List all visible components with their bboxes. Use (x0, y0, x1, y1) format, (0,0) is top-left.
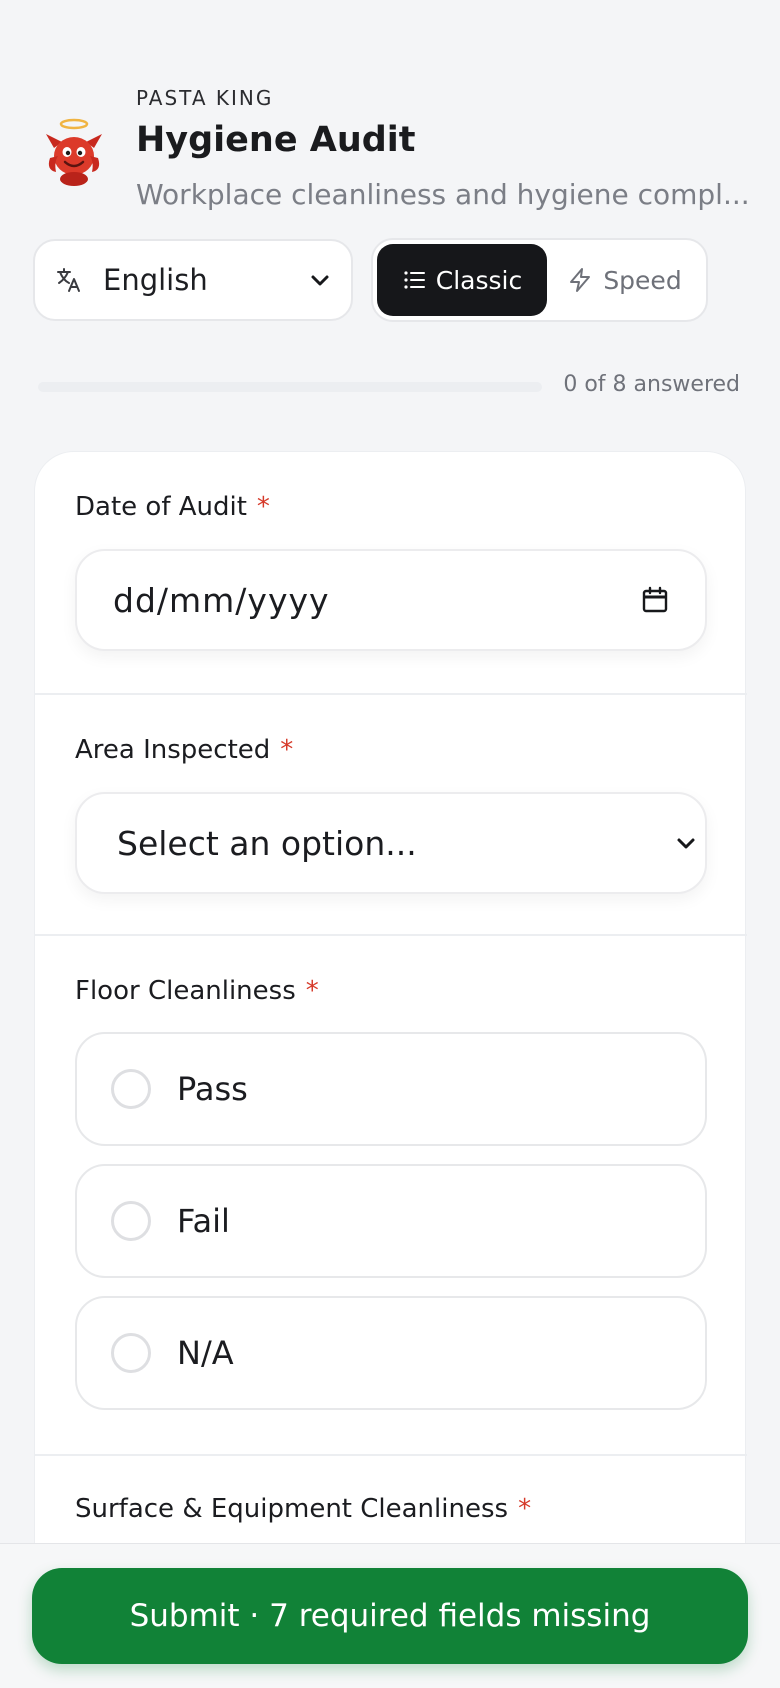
question-text: Date of Audit (75, 492, 247, 522)
progress-bar (38, 382, 542, 392)
date-input[interactable]: dd/mm/yyyy (75, 549, 707, 651)
required-asterisk: * (280, 735, 294, 765)
calendar-icon[interactable] (641, 586, 669, 614)
translate-icon (57, 268, 80, 292)
option-fail[interactable]: Fail (75, 1164, 707, 1278)
mode-classic-label: Classic (435, 265, 523, 295)
page: PASTA KING Hygiene Audit Workplace clean… (0, 0, 780, 1688)
language-select[interactable]: English (33, 239, 353, 321)
chevron-down-icon (677, 838, 695, 849)
question-label-floor: Floor Cleanliness * (75, 976, 319, 1006)
page-subtitle: Workplace cleanliness and hygiene compl.… (136, 178, 750, 211)
area-placeholder: Select an option... (117, 823, 417, 863)
required-asterisk: * (518, 1494, 532, 1524)
date-placeholder: dd/mm/yyyy (113, 580, 330, 620)
language-value: English (103, 263, 208, 297)
question-label-date: Date of Audit * (75, 492, 270, 522)
page-title: Hygiene Audit (136, 120, 416, 160)
option-label: Pass (177, 1070, 248, 1108)
chevron-down-icon (311, 275, 329, 286)
progress-text: 0 of 8 answered (563, 372, 740, 397)
question-section-area: Area Inspected * Select an option... (35, 693, 747, 934)
question-text: Surface & Equipment Cleanliness (75, 1494, 509, 1524)
lightning-icon (570, 268, 591, 292)
brand-name: PASTA KING (136, 86, 274, 110)
devil-mascot-logo (46, 118, 102, 186)
header: PASTA KING Hygiene Audit Workplace clean… (36, 80, 756, 220)
option-na[interactable]: N/A (75, 1296, 707, 1410)
mode-toggle: Classic Speed (371, 238, 708, 322)
question-text: Floor Cleanliness (75, 976, 296, 1006)
option-label: N/A (177, 1334, 234, 1372)
mode-classic-button[interactable]: Classic (377, 244, 547, 316)
question-section-floor: Floor Cleanliness * Pass Fail N/A (35, 934, 747, 1454)
form-card: Date of Audit * dd/mm/yyyy Area Inspected… (34, 451, 747, 1688)
area-select[interactable]: Select an option... (75, 792, 707, 894)
mode-speed-button[interactable]: Speed (547, 244, 702, 316)
option-label: Fail (177, 1202, 230, 1240)
required-asterisk: * (305, 976, 319, 1006)
question-label-area: Area Inspected * (75, 735, 293, 765)
radio-button[interactable] (111, 1201, 151, 1241)
required-asterisk: * (256, 492, 270, 522)
radio-button[interactable] (111, 1333, 151, 1373)
question-label-surface: Surface & Equipment Cleanliness * (75, 1494, 531, 1524)
submit-button[interactable]: Submit · 7 required fields missing (32, 1568, 748, 1664)
question-text: Area Inspected (75, 735, 271, 765)
mode-speed-label: Speed (603, 265, 682, 295)
list-icon (404, 271, 425, 289)
radio-button[interactable] (111, 1069, 151, 1109)
option-pass[interactable]: Pass (75, 1032, 707, 1146)
